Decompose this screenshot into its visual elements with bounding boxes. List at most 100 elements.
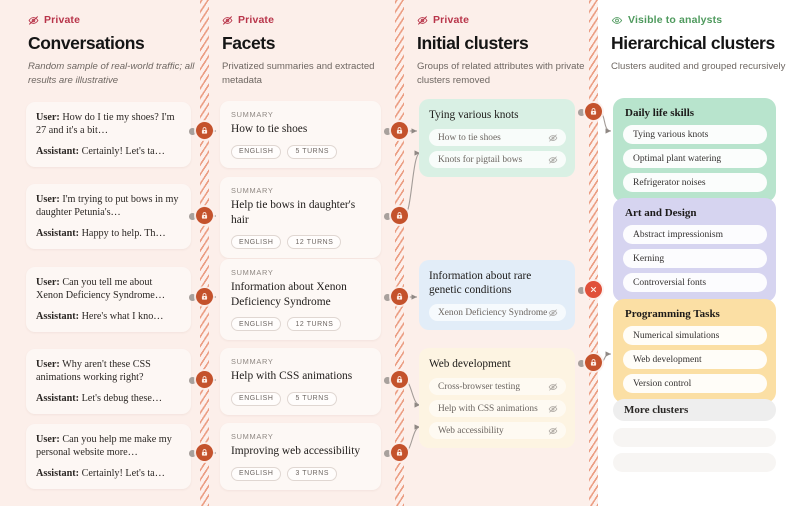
facet-tag-turns: 5 TURNS (287, 145, 337, 159)
lock-badge[interactable] (196, 207, 213, 224)
visibility-flag-hierarchical-clusters: Visible to analysts (611, 14, 785, 26)
conversation-card[interactable]: User: I'm trying to put bows in my daugh… (26, 184, 191, 249)
facet-tag-turns: 5 TURNS (287, 392, 337, 406)
connector-dot (578, 360, 585, 367)
lock-icon (395, 126, 404, 135)
eye-icon (611, 15, 623, 26)
hierarchical-cluster-item[interactable]: Abstract impressionism (623, 225, 767, 244)
conversation-card[interactable]: User: Can you help me make my personal w… (26, 424, 191, 489)
cluster-item[interactable]: How to tie shoes (429, 129, 566, 146)
hierarchical-cluster-card[interactable]: Daily life skills Tying various knots Op… (613, 98, 776, 202)
user-prefix: User: (36, 434, 60, 445)
lock-badge[interactable] (196, 288, 213, 305)
facet-card[interactable]: SUMMARY How to tie shoes ENGLISH 5 TURNS (220, 101, 381, 168)
lock-badge[interactable] (196, 371, 213, 388)
connector-dot (578, 109, 585, 116)
column-title-conversations: Conversations (28, 33, 208, 54)
conversation-card[interactable]: User: How do I tie my shoes? I'm 27 and … (26, 102, 191, 167)
initial-cluster-card[interactable]: Information about rare genetic condition… (419, 260, 575, 330)
eye-off-icon (28, 15, 39, 26)
facet-tag-language: ENGLISH (231, 392, 281, 406)
connector-dot (189, 294, 196, 301)
lock-icon (395, 292, 404, 301)
initial-cluster-card[interactable]: Tying various knots How to tie shoes Kno… (419, 99, 575, 177)
hierarchical-cluster-card[interactable]: Programming Tasks Numerical simulations … (613, 299, 776, 403)
privacy-flag-facets: Private (222, 14, 402, 26)
facet-card[interactable]: SUMMARY Help with CSS animations ENGLISH… (220, 348, 381, 415)
column-title-facets: Facets (222, 33, 402, 54)
connector-dot (384, 450, 391, 457)
lock-icon (395, 448, 404, 457)
hierarchical-cluster-title: Programming Tasks (623, 308, 767, 320)
cluster-title: Tying various knots (429, 108, 566, 122)
facet-title: Help with CSS animations (231, 369, 371, 384)
lock-badge[interactable] (391, 122, 408, 139)
column-subtitle-facets: Privatized summaries and extracted metad… (222, 60, 402, 87)
facet-label: SUMMARY (231, 110, 371, 119)
facet-tag-language: ENGLISH (231, 467, 281, 481)
hierarchical-cluster-item[interactable]: Kerning (623, 249, 767, 268)
cluster-title: Information about rare genetic condition… (429, 269, 566, 297)
removed-cluster-badge[interactable] (585, 281, 602, 298)
lock-badge[interactable] (391, 444, 408, 461)
hierarchical-cluster-item[interactable]: Version control (623, 374, 767, 393)
cluster-item[interactable]: Xenon Deficiency Syndrome (429, 304, 566, 321)
lock-icon (395, 211, 404, 220)
conversation-card[interactable]: User: Can you tell me about Xenon Defici… (26, 267, 191, 332)
eye-off-icon (548, 382, 558, 392)
eye-off-icon (222, 15, 233, 26)
user-prefix: User: (36, 359, 60, 370)
hierarchical-cluster-card[interactable]: Art and Design Abstract impressionism Ke… (613, 198, 776, 302)
column-header-initial-clusters: Private Initial clusters Groups of relat… (417, 14, 597, 87)
assistant-message: Certainly! Let's ta… (82, 146, 165, 157)
connector-dot (578, 287, 585, 294)
facet-title: Improving web accessibility (231, 444, 371, 459)
cluster-item[interactable]: Web accessibility (429, 422, 566, 439)
facet-card[interactable]: SUMMARY Help tie bows in daughter's hair… (220, 177, 381, 258)
initial-cluster-card[interactable]: Web development Cross-browser testing He… (419, 348, 575, 448)
facet-tags: ENGLISH 5 TURNS (231, 145, 371, 159)
hierarchical-cluster-item[interactable]: Web development (623, 350, 767, 369)
conversation-card[interactable]: User: Why aren't these CSS animations wo… (26, 349, 191, 414)
more-clusters-group[interactable]: More clusters (613, 399, 776, 478)
facet-tag-language: ENGLISH (231, 145, 281, 159)
connector-dot (189, 213, 196, 220)
facet-card[interactable]: SUMMARY Information about Xenon Deficien… (220, 259, 381, 340)
assistant-prefix: Assistant: (36, 393, 79, 404)
column-header-hierarchical-clusters: Visible to analysts Hierarchical cluster… (611, 14, 785, 74)
facet-tag-language: ENGLISH (231, 317, 281, 331)
lock-badge[interactable] (585, 103, 602, 120)
facet-tag-turns: 12 TURNS (287, 235, 341, 249)
user-prefix: User: (36, 194, 60, 205)
lock-icon (395, 375, 404, 384)
hierarchical-cluster-item[interactable]: Refrigerator noises (623, 173, 767, 192)
connector-dot (189, 377, 196, 384)
hierarchical-cluster-item[interactable]: Tying various knots (623, 125, 767, 144)
hierarchical-cluster-item[interactable]: Controversial fonts (623, 273, 767, 292)
cluster-item[interactable]: Help with CSS animations (429, 400, 566, 417)
privacy-flag-label: Private (433, 14, 469, 26)
lock-badge[interactable] (585, 354, 602, 371)
user-prefix: User: (36, 277, 60, 288)
lock-badge[interactable] (196, 122, 213, 139)
cluster-item[interactable]: Knots for pigtail bows (429, 151, 566, 168)
connector-dot (384, 294, 391, 301)
lock-badge[interactable] (391, 207, 408, 224)
column-title-hierarchical-clusters: Hierarchical clusters (611, 33, 785, 54)
facet-tag-language: ENGLISH (231, 235, 281, 249)
facet-card[interactable]: SUMMARY Improving web accessibility ENGL… (220, 423, 381, 490)
lock-badge[interactable] (391, 371, 408, 388)
lock-badge[interactable] (391, 288, 408, 305)
hierarchical-cluster-item[interactable]: Optimal plant watering (623, 149, 767, 168)
facet-title: How to tie shoes (231, 122, 371, 137)
assistant-prefix: Assistant: (36, 146, 79, 157)
cluster-title: Web development (429, 357, 566, 371)
cluster-item-label: How to tie shoes (438, 133, 501, 143)
cluster-item-label: Help with CSS animations (438, 404, 538, 414)
assistant-message: Happy to help. Th… (82, 228, 166, 239)
hierarchical-cluster-title: Daily life skills (623, 107, 767, 119)
assistant-prefix: Assistant: (36, 228, 79, 239)
hierarchical-cluster-item[interactable]: Numerical simulations (623, 326, 767, 345)
lock-badge[interactable] (196, 444, 213, 461)
cluster-item[interactable]: Cross-browser testing (429, 378, 566, 395)
